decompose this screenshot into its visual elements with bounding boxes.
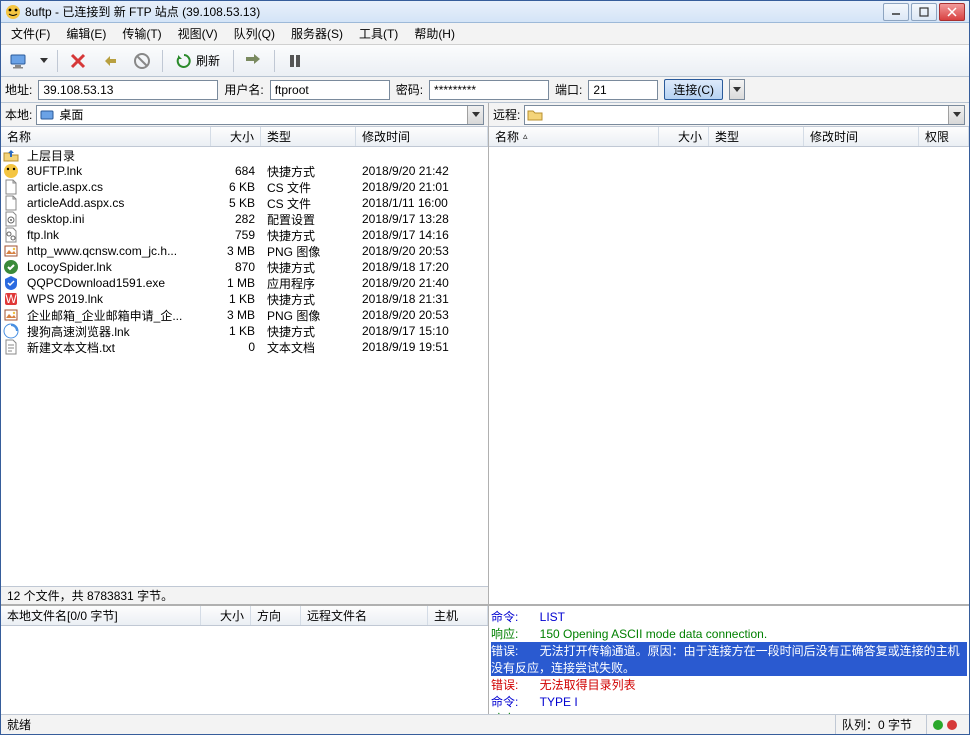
log-line: 命令: TYPE I [491,693,967,710]
status-leds [926,715,963,734]
log-pane[interactable]: 命令: LIST响应: 150 Opening ASCII mode data … [489,606,969,714]
address-input[interactable] [38,80,218,100]
menu-item[interactable]: 编辑(E) [58,23,114,44]
list-item[interactable]: WWPS 2019.lnk1 KB快捷方式2018/9/18 21:31 [1,291,488,307]
menu-item[interactable]: 文件(F) [3,23,58,44]
log-line: 响应: 150 Opening ASCII mode data connecti… [491,625,967,642]
queue-columns-header: 本地文件名[0/0 字节] 大小 方向 远程文件名 主机 [1,606,488,626]
log-line: 错误: 无法打开传输通道。原因：由于连接方在一段时间后没有正确答复或连接的主机没… [491,642,967,676]
chevron-down-icon[interactable] [948,106,964,124]
tool-computer-drop[interactable] [37,48,51,74]
minimize-button[interactable] [883,3,909,21]
local-path-combo[interactable]: 桌面 [36,105,484,125]
up-directory[interactable]: 上层目录 [1,147,488,163]
app-icon [5,4,21,20]
address-label: 地址: [5,81,32,98]
col-type[interactable]: 类型 [261,127,356,146]
menu-item[interactable]: 帮助(H) [406,23,463,44]
disconnect-button[interactable] [64,48,92,74]
list-item[interactable]: 企业邮箱_企业邮箱申请_企...3 MBPNG 图像2018/9/20 20:5… [1,307,488,323]
led-red-icon [947,720,957,730]
username-input[interactable] [270,80,390,100]
col-name[interactable]: 名称 [1,127,211,146]
col-local-name[interactable]: 本地文件名[0/0 字节] [1,606,201,625]
col-size[interactable]: 大小 [659,127,709,146]
local-label: 本地: [5,106,32,123]
remote-columns-header: 名称 ▵ 大小 类型 修改时间 权限 [489,127,969,147]
list-item[interactable]: ftp.lnk759快捷方式2018/9/17 14:16 [1,227,488,243]
port-input[interactable] [588,80,658,100]
reconnect-button[interactable] [96,48,124,74]
list-item[interactable]: articleAdd.aspx.cs5 KBCS 文件2018/1/11 16:… [1,195,488,211]
menu-item[interactable]: 队列(Q) [226,23,283,44]
connect-dropdown[interactable] [729,79,745,100]
toolbar: 刷新 [1,45,969,77]
remote-file-list[interactable] [489,147,969,604]
abort-button[interactable] [128,48,156,74]
col-name[interactable]: 名称 ▵ [489,127,659,146]
list-item[interactable]: 新建文本文档.txt0文本文档2018/9/19 19:51 [1,339,488,355]
status-queue: 队列：0 字节 [835,715,918,734]
menubar: 文件(F)编辑(E)传输(T)视图(V)队列(Q)服务器(S)工具(T)帮助(H… [1,23,969,45]
list-item[interactable]: 8UFTP.lnk684快捷方式2018/9/20 21:42 [1,163,488,179]
window-titlebar: 8uftp - 已连接到 新 FTP 站点 (39.108.53.13) [1,1,969,23]
col-type[interactable]: 类型 [709,127,804,146]
tool-computer[interactable] [5,48,33,74]
col-date[interactable]: 修改时间 [804,127,919,146]
col-remote-name[interactable]: 远程文件名 [301,606,428,625]
log-line: 命令: LIST [491,608,967,625]
menu-item[interactable]: 视图(V) [170,23,226,44]
list-item[interactable]: article.aspx.cs6 KBCS 文件2018/9/20 21:01 [1,179,488,195]
port-label: 端口: [555,81,582,98]
led-green-icon [933,720,943,730]
col-size[interactable]: 大小 [201,606,251,625]
col-date[interactable]: 修改时间 [356,127,488,146]
menu-item[interactable]: 工具(T) [351,23,406,44]
chevron-down-icon[interactable] [467,106,483,124]
local-columns-header: 名称 大小 类型 修改时间 [1,127,488,147]
col-size[interactable]: 大小 [211,127,261,146]
remote-pane: 远程: 名称 ▵ 大小 类型 修改时间 权限 [489,103,969,604]
list-item[interactable]: 搜狗高速浏览器.lnk1 KB快捷方式2018/9/17 15:10 [1,323,488,339]
connection-bar: 地址: 用户名: 密码: 端口: 连接(C) [1,77,969,103]
password-label: 密码: [396,81,423,98]
connect-button[interactable]: 连接(C) [664,79,723,100]
col-direction[interactable]: 方向 [251,606,301,625]
list-item[interactable]: QQPCDownload1591.exe1 MB应用程序2018/9/20 21… [1,275,488,291]
username-label: 用户名: [224,81,263,98]
local-file-list[interactable]: 上层目录8UFTP.lnk684快捷方式2018/9/20 21:42artic… [1,147,488,586]
col-host[interactable]: 主机 [428,606,488,625]
local-pane: 本地: 桌面 名称 大小 类型 修改时间 上层目录8UFTP.lnk684快捷方… [1,103,489,604]
statusbar: 就绪 队列：0 字节 [1,714,969,734]
maximize-button[interactable] [911,3,937,21]
refresh-button[interactable]: 刷新 [169,48,227,74]
remote-path-combo[interactable] [524,105,965,125]
list-item[interactable]: http_www.qcnsw.com_jc.h...3 MBPNG 图像2018… [1,243,488,259]
refresh-label: 刷新 [196,52,220,69]
menu-item[interactable]: 服务器(S) [283,23,351,44]
svg-text:W: W [5,292,17,306]
list-item[interactable]: desktop.ini282配置设置2018/9/17 13:28 [1,211,488,227]
window-title: 8uftp - 已连接到 新 FTP 站点 (39.108.53.13) [25,3,883,20]
log-line: 错误: 无法取得目录列表 [491,676,967,693]
close-button[interactable] [939,3,965,21]
list-item[interactable]: LocoySpider.lnk870快捷方式2018/9/18 17:20 [1,259,488,275]
remote-label: 远程: [493,106,520,123]
password-input[interactable] [429,80,549,100]
pause-button[interactable] [281,48,309,74]
local-status: 12 个文件，共 8783831 字节。 [1,586,488,604]
status-ready: 就绪 [7,716,31,733]
queue-pane: 本地文件名[0/0 字节] 大小 方向 远程文件名 主机 [1,606,489,714]
transfer-mode-button[interactable] [240,48,268,74]
col-perm[interactable]: 权限 [919,127,969,146]
queue-list[interactable] [1,626,488,714]
menu-item[interactable]: 传输(T) [114,23,169,44]
